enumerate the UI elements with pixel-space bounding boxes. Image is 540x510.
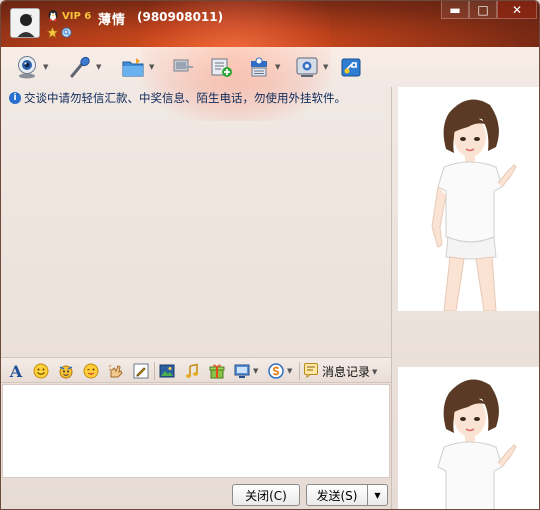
magic-emoticon-button[interactable] xyxy=(57,362,75,380)
my-show-avatar[interactable] xyxy=(398,367,539,509)
message-log-dropdown-arrow[interactable]: ▼ xyxy=(372,368,380,376)
voice-call-button[interactable]: ▼ xyxy=(66,53,104,81)
send-sms-button[interactable] xyxy=(207,53,235,81)
more-button[interactable]: ▼ xyxy=(267,362,295,380)
apps-button[interactable]: ▼ xyxy=(293,53,331,81)
s-logo-icon xyxy=(267,362,285,380)
shake-button[interactable] xyxy=(107,362,125,380)
send-button[interactable]: 发送(S) xyxy=(306,484,368,506)
contact-show-avatar[interactable] xyxy=(398,87,539,311)
gift-icon xyxy=(208,362,226,380)
send-options-dropdown[interactable]: ▼ xyxy=(367,484,388,506)
message-history[interactable] xyxy=(1,87,391,355)
music-note-icon xyxy=(183,362,201,380)
gift-button[interactable] xyxy=(208,362,226,380)
share-icon xyxy=(337,53,365,81)
close-button[interactable]: 关闭(C) xyxy=(232,484,300,506)
format-separator xyxy=(299,362,300,380)
smiley-icon xyxy=(32,362,50,380)
star-icon[interactable] xyxy=(46,26,59,38)
window-controls: ▬ □ ✕ xyxy=(441,1,537,19)
screenshot-dropdown-arrow[interactable]: ▼ xyxy=(253,367,261,375)
apps-dropdown-arrow[interactable]: ▼ xyxy=(323,63,331,71)
qq-show-panel xyxy=(391,87,539,509)
create-group-button[interactable]: ▼ xyxy=(245,53,283,81)
screenshot-button[interactable]: ▼ xyxy=(233,362,261,380)
remote-assist-button[interactable] xyxy=(169,53,197,81)
microphone-icon xyxy=(66,53,94,81)
title-bar[interactable]: VIP 6 薄情 (980908011) ▬ □ ✕ xyxy=(1,1,539,121)
emoticon-button[interactable] xyxy=(32,362,50,380)
video-call-button[interactable]: ▼ xyxy=(13,53,51,81)
message-log-icon xyxy=(303,362,319,381)
screenshot-icon xyxy=(233,362,251,380)
vip-badge[interactable]: VIP 6 xyxy=(62,11,91,22)
super-emoticon-button[interactable] xyxy=(82,362,100,380)
avatar[interactable] xyxy=(10,8,40,38)
security-notice: i 交谈中请勿轻信汇款、中奖信息、陌生电话，勿使用外挂软件。 xyxy=(9,90,346,106)
info-icon: i xyxy=(9,92,21,104)
chat-window: VIP 6 薄情 (980908011) ▬ □ ✕ ▼ ▼ ▼ ▼ ▼ i 交… xyxy=(0,0,540,510)
status-icons xyxy=(46,26,72,38)
webcam-icon xyxy=(13,53,41,81)
group-dropdown-arrow[interactable]: ▼ xyxy=(275,63,283,71)
security-notice-text: 交谈中请勿轻信汇款、中奖信息、陌生电话，勿使用外挂软件。 xyxy=(24,91,346,105)
voice-dropdown-arrow[interactable]: ▼ xyxy=(96,63,104,71)
remote-icon xyxy=(169,53,197,81)
send-file-button[interactable]: ▼ xyxy=(119,53,157,81)
hand-shake-icon xyxy=(107,362,125,380)
message-log-label: 消息记录 xyxy=(322,365,371,379)
video-dropdown-arrow[interactable]: ▼ xyxy=(43,63,51,71)
font-button[interactable]: A xyxy=(7,361,25,381)
qq-penguin-icon xyxy=(47,9,59,23)
share-button[interactable] xyxy=(337,53,365,81)
contact-qq-number: (980908011) xyxy=(137,10,224,24)
message-input[interactable] xyxy=(2,384,390,478)
magic-face-icon xyxy=(57,362,75,380)
search-icon[interactable] xyxy=(61,27,72,38)
wink-icon xyxy=(82,362,100,380)
send-image-button[interactable] xyxy=(158,362,176,380)
folder-icon xyxy=(119,53,147,81)
group-icon xyxy=(245,53,273,81)
maximize-button[interactable]: □ xyxy=(469,1,497,19)
music-button[interactable] xyxy=(183,362,201,380)
image-icon xyxy=(158,362,176,380)
pencil-icon xyxy=(132,362,150,380)
sms-icon xyxy=(207,53,235,81)
apps-icon xyxy=(293,53,321,81)
minimize-button[interactable]: ▬ xyxy=(441,1,469,19)
contact-nickname: 薄情 xyxy=(98,13,127,28)
chat-toolbar: ▼ ▼ ▼ ▼ ▼ xyxy=(1,47,539,87)
handwriting-button[interactable] xyxy=(132,362,150,380)
file-dropdown-arrow[interactable]: ▼ xyxy=(149,63,157,71)
font-icon: A xyxy=(9,361,23,381)
format-toolbar: A ▼ ▼ 消息记录 ▼ xyxy=(1,357,391,383)
more-dropdown-arrow[interactable]: ▼ xyxy=(287,367,295,375)
message-log-button[interactable]: 消息记录 ▼ xyxy=(303,362,380,381)
action-bar: 关闭(C) 发送(S) ▼ xyxy=(1,479,391,509)
format-separator xyxy=(154,362,155,380)
close-window-button[interactable]: ✕ xyxy=(497,1,537,19)
